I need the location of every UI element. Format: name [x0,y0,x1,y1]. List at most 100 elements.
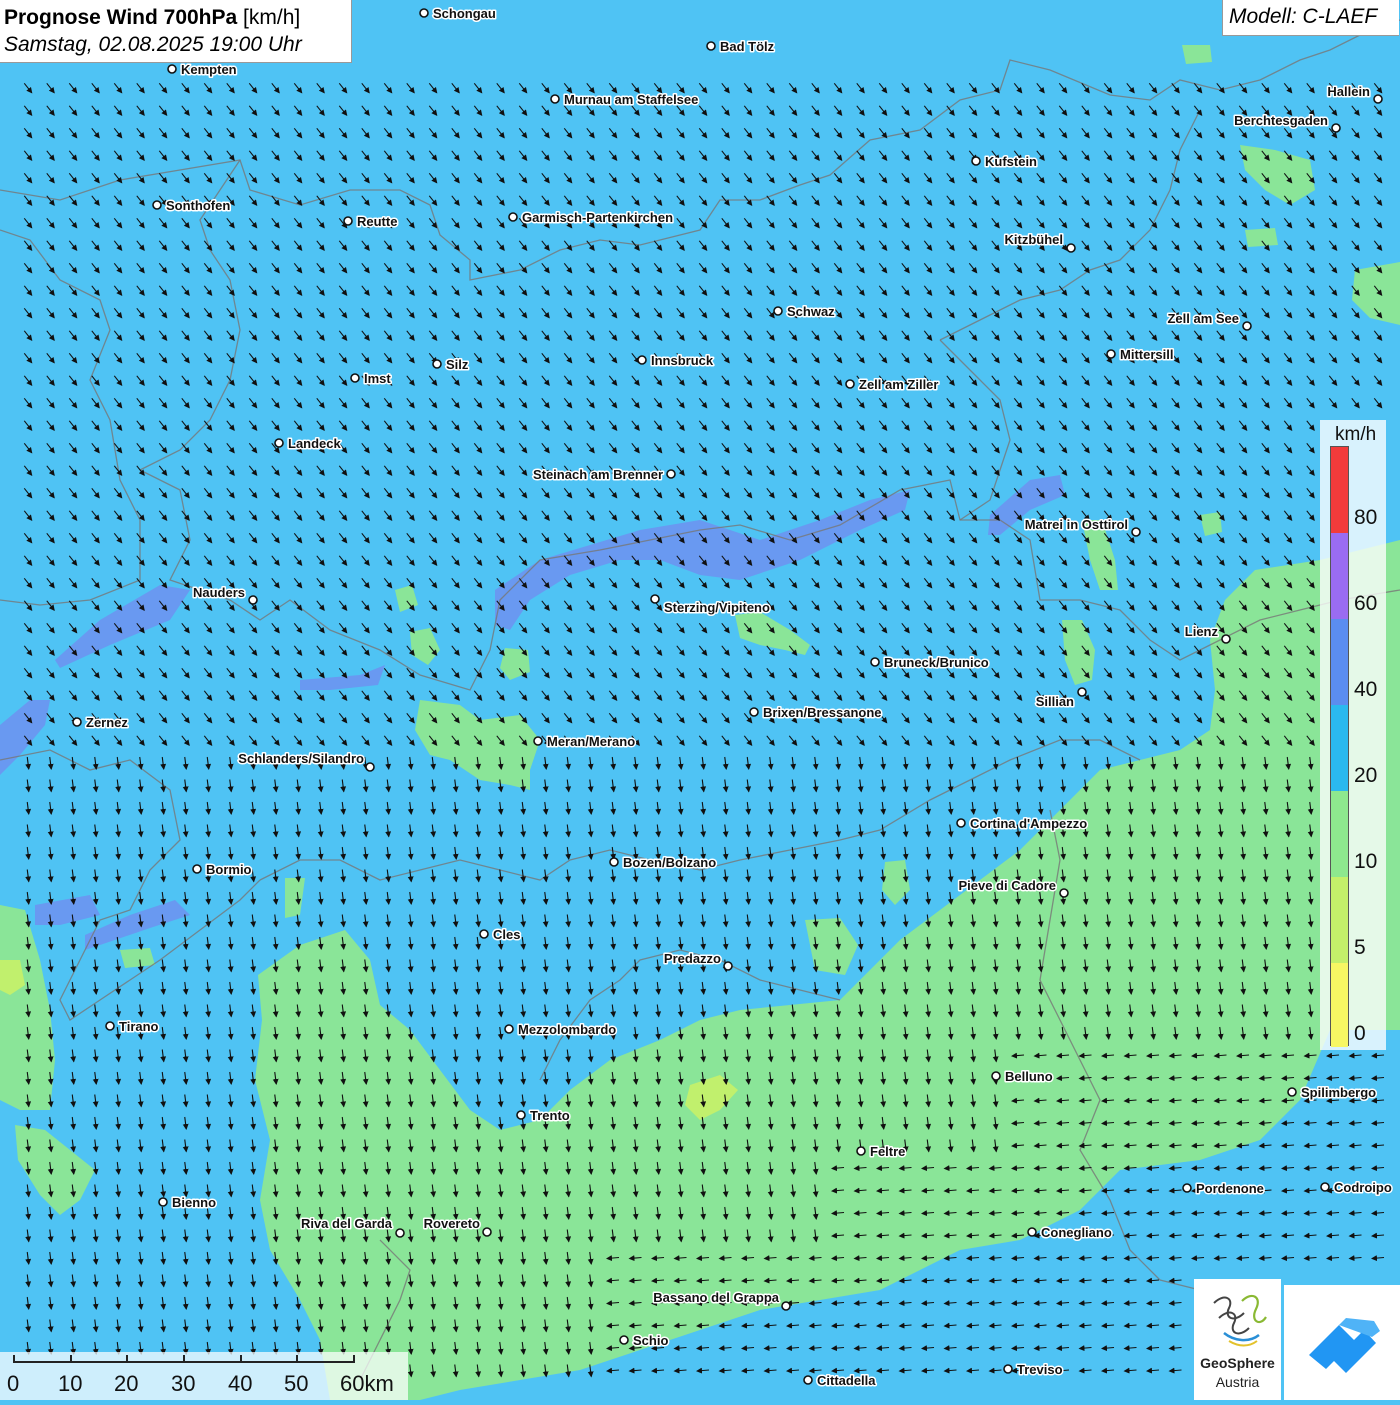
city-label: Pordenone [1196,1181,1264,1196]
city-label: Riva del Garda [301,1216,393,1231]
city-label: Schlanders/Silandro [238,751,364,766]
city-label: Bormio [206,862,252,877]
legend-bin-40-60 [1331,619,1348,705]
city-dot-icon [749,707,759,717]
city-dot-icon [706,41,716,51]
city-dot-icon [956,818,966,828]
scale-tick-40 [240,1355,242,1363]
city-dot-icon [1003,1364,1013,1374]
city-label: Brixen/Bressanone [763,705,882,720]
city-label: Sterzing/Vipiteno [664,600,770,615]
city-dot-icon [1059,888,1069,898]
city-dot-icon [167,64,177,74]
wind-map: Schongau Bad Tölz Kempten Murnau am Staffel… [0,0,1400,1400]
city-dot-icon [365,762,375,772]
logo-text-austria: Austria [1215,1374,1260,1390]
city-dot-icon [395,1228,405,1238]
scale-label-30: 30 [171,1371,196,1396]
city-label: Spilimbergo [1301,1085,1376,1100]
city-label: Matrei in Osttirol [1025,517,1128,532]
scale-label-0: 0 [7,1371,20,1396]
city-label: Mezzolombardo [518,1022,616,1037]
legend-bin-10-20 [1331,791,1348,877]
city-dot-icon [533,736,543,746]
legend-tick-5: 5 [1354,936,1366,959]
city-label: Conegliano [1041,1225,1112,1240]
city-dot-icon [1077,687,1087,697]
geosphere-logo[interactable]: GeoSphere Austria [1194,1279,1281,1400]
city-label: Bienno [172,1195,216,1210]
calm-patch-north [1182,45,1212,64]
city-label: Garmisch-Partenkirchen [522,210,673,225]
scale-label-20: 20 [114,1371,139,1396]
city-marker: Spilimbergo [1287,1084,1378,1102]
city-label: Feltre [870,1144,905,1159]
city-dot-icon [773,306,783,316]
legend-unit: km/h [1335,424,1377,445]
city-dot-icon [637,355,647,365]
app-logo[interactable] [1284,1285,1400,1400]
legend-bin-5-10 [1331,877,1348,963]
city-label: Kitzbühel [1005,232,1064,247]
legend-tick-80: 80 [1354,506,1378,529]
scale-bar: 0 10 20 30 40 50 60km [0,1352,408,1400]
scale-tick-20 [126,1355,128,1363]
city-label: Bad Tölz [720,39,775,54]
city-label: Predazzo [664,951,721,966]
city-dot-icon [609,857,619,867]
city-dot-icon [550,94,560,104]
city-dot-icon [1182,1183,1192,1193]
city-label: Steinach am Brenner [533,467,663,482]
app-arrow-icon [1309,1318,1380,1373]
city-dot-icon [781,1301,791,1311]
city-marker: Garmisch-Partenkirchen [508,209,675,227]
legend-color-bar [1330,446,1349,1047]
city-dot-icon [650,594,660,604]
city-label: Murnau am Staffelsee [564,92,698,107]
city-label: Bruneck/Brunico [884,655,989,670]
legend-tick-0: 0 [1354,1022,1366,1045]
scale-tick-50 [296,1355,298,1363]
city-dot-icon [845,379,855,389]
model-label: Modell: C-LAEF [1222,0,1399,36]
legend-bin-60-80 [1331,533,1348,619]
city-label: Kufstein [985,154,1037,169]
city-label: Meran/Merano [547,734,635,749]
city-dot-icon [1221,634,1231,644]
city-label: Zernez [86,715,128,730]
city-label: Treviso [1017,1362,1063,1377]
scale-label-10: 10 [58,1371,83,1396]
city-dot-icon [248,595,258,605]
legend-bin-0-5 [1331,963,1348,1047]
city-dot-icon [419,8,429,18]
city-dot-icon [343,216,353,226]
legend-bin-80-100 [1331,447,1348,533]
title-box: Prognose Wind 700hPa [km/h] Samstag, 02.… [0,0,352,63]
city-label: Nauders [193,585,245,600]
city-label: Rovereto [424,1216,480,1231]
legend-tick-10: 10 [1354,850,1378,873]
city-label: Schio [633,1333,668,1348]
city-label: Zell am See [1167,311,1239,326]
city-dot-icon [152,200,162,210]
city-dot-icon [432,359,442,369]
city-dot-icon [1242,321,1252,331]
city-dot-icon [158,1197,168,1207]
geosphere-emblem-icon [1213,1294,1267,1347]
city-marker: Bozen/Bolzano [609,854,718,872]
city-label: Sonthofen [166,198,230,213]
map-title: Prognose Wind 700hPa [km/h] [4,4,347,31]
scale-tick-60 [353,1355,355,1363]
scale-tick-10 [70,1355,72,1363]
city-label: Belluno [1005,1069,1053,1084]
city-label: Mittersill [1120,347,1173,362]
city-label: Landeck [288,436,342,451]
city-dot-icon [274,438,284,448]
city-dot-icon [1106,349,1116,359]
city-dot-icon [508,212,518,222]
city-marker: Conegliano [1027,1224,1113,1242]
city-marker: Brixen/Bressanone [749,704,883,722]
city-label: Lienz [1185,624,1219,639]
city-dot-icon [1287,1087,1297,1097]
city-label: Innsbruck [651,353,714,368]
